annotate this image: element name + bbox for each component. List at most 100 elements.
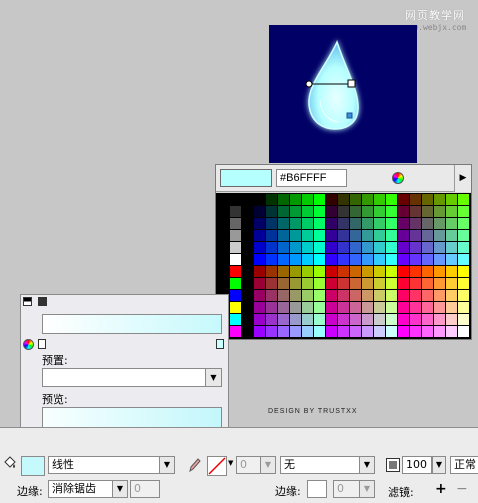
swatch-cell[interactable]: [362, 290, 373, 301]
swatch-cell[interactable]: [338, 290, 349, 301]
swatch-cell[interactable]: [458, 314, 469, 325]
swatch-cell[interactable]: [266, 254, 277, 265]
swatch-cell[interactable]: [410, 302, 421, 313]
swatch-cell[interactable]: [374, 290, 385, 301]
swatch-cell[interactable]: [266, 266, 277, 277]
swatch-cell[interactable]: [326, 194, 337, 205]
stroke-style-select[interactable]: 无 ▼: [280, 456, 375, 474]
swatch-cell[interactable]: [266, 206, 277, 217]
swatch-cell[interactable]: [254, 194, 265, 205]
swatch-cell[interactable]: [266, 242, 277, 253]
swatch-cell[interactable]: [338, 326, 349, 337]
swatch-cell[interactable]: [230, 266, 241, 277]
swatch-cell[interactable]: [458, 194, 469, 205]
swatch-cell[interactable]: [374, 302, 385, 313]
gradient-bar[interactable]: [42, 314, 222, 334]
swatch-cell[interactable]: [410, 194, 421, 205]
swatch-cell[interactable]: [350, 314, 361, 325]
swatch-cell[interactable]: [302, 290, 313, 301]
fill-type-select[interactable]: 线性 ▼: [48, 456, 175, 474]
paint-bucket-icon[interactable]: [3, 456, 17, 470]
swatch-cell[interactable]: [350, 278, 361, 289]
swatch-cell[interactable]: [386, 242, 397, 253]
swatch-cell[interactable]: [458, 290, 469, 301]
swatch-cell[interactable]: [302, 218, 313, 229]
swatch-cell[interactable]: [278, 194, 289, 205]
swatch-cell[interactable]: [326, 290, 337, 301]
swatch-cell[interactable]: [278, 290, 289, 301]
swatch-cell[interactable]: [398, 194, 409, 205]
swatch-cell[interactable]: [266, 194, 277, 205]
gradient-center-handle[interactable]: [305, 80, 313, 88]
color-swatch-grid[interactable]: [216, 193, 471, 339]
swatch-cell[interactable]: [230, 242, 241, 253]
swatch-cell[interactable]: [398, 254, 409, 265]
swatch-cell[interactable]: [410, 290, 421, 301]
swatch-cell[interactable]: [374, 206, 385, 217]
swatch-cell[interactable]: [362, 302, 373, 313]
pencil-icon[interactable]: [187, 457, 201, 473]
swatch-cell[interactable]: [254, 206, 265, 217]
gradient-stop-left[interactable]: [38, 339, 46, 349]
swatch-cell[interactable]: [290, 290, 301, 301]
swatch-cell[interactable]: [278, 302, 289, 313]
swatch-cell[interactable]: [386, 266, 397, 277]
swatch-cell[interactable]: [350, 266, 361, 277]
swatch-cell[interactable]: [374, 278, 385, 289]
swatch-cell[interactable]: [434, 230, 445, 241]
swatch-cell[interactable]: [350, 206, 361, 217]
swatch-cell[interactable]: [362, 242, 373, 253]
swatch-cell[interactable]: [410, 254, 421, 265]
swatch-cell[interactable]: [302, 206, 313, 217]
swatch-cell[interactable]: [314, 326, 325, 337]
expand-arrow-icon[interactable]: ▶: [454, 165, 471, 192]
swatch-cell[interactable]: [314, 206, 325, 217]
swatch-cell[interactable]: [446, 326, 457, 337]
swatch-cell[interactable]: [362, 206, 373, 217]
swatch-cell[interactable]: [302, 278, 313, 289]
swatch-cell[interactable]: [422, 194, 433, 205]
swatch-cell[interactable]: [422, 230, 433, 241]
swatch-cell[interactable]: [290, 302, 301, 313]
swatch-cell[interactable]: [230, 278, 241, 289]
swatch-cell[interactable]: [446, 314, 457, 325]
gradient-rotate-handle[interactable]: [346, 112, 353, 119]
swatch-cell[interactable]: [338, 194, 349, 205]
swatch-cell[interactable]: [314, 194, 325, 205]
swatch-cell[interactable]: [314, 242, 325, 253]
swatch-cell[interactable]: [278, 254, 289, 265]
swatch-cell[interactable]: [314, 278, 325, 289]
swatch-cell[interactable]: [266, 290, 277, 301]
swatch-cell[interactable]: [278, 242, 289, 253]
swatch-cell[interactable]: [410, 218, 421, 229]
swatch-cell[interactable]: [314, 218, 325, 229]
swatch-cell[interactable]: [338, 230, 349, 241]
swatch-cell[interactable]: [434, 278, 445, 289]
swatch-cell[interactable]: [446, 290, 457, 301]
swatch-cell[interactable]: [314, 290, 325, 301]
swatch-cell[interactable]: [422, 290, 433, 301]
swatch-cell[interactable]: [446, 266, 457, 277]
stroke-color-icon[interactable]: [23, 297, 32, 306]
swatch-cell[interactable]: [362, 266, 373, 277]
swatch-cell[interactable]: [422, 314, 433, 325]
swatch-cell[interactable]: [398, 326, 409, 337]
swatch-cell[interactable]: [290, 278, 301, 289]
swatch-cell[interactable]: [458, 242, 469, 253]
swatch-cell[interactable]: [278, 266, 289, 277]
swatch-cell[interactable]: [422, 302, 433, 313]
swatch-cell[interactable]: [446, 302, 457, 313]
swatch-cell[interactable]: [254, 314, 265, 325]
swatch-cell[interactable]: [446, 218, 457, 229]
swatch-cell[interactable]: [338, 302, 349, 313]
swatch-cell[interactable]: [278, 278, 289, 289]
swatch-cell[interactable]: [434, 194, 445, 205]
opacity-input[interactable]: 100: [402, 456, 432, 474]
swatch-cell[interactable]: [374, 194, 385, 205]
swatch-cell[interactable]: [290, 242, 301, 253]
swatch-cell[interactable]: [362, 278, 373, 289]
preset-select[interactable]: ▼: [42, 368, 222, 387]
swatch-cell[interactable]: [386, 254, 397, 265]
swatch-cell[interactable]: [434, 218, 445, 229]
swatch-cell[interactable]: [362, 254, 373, 265]
